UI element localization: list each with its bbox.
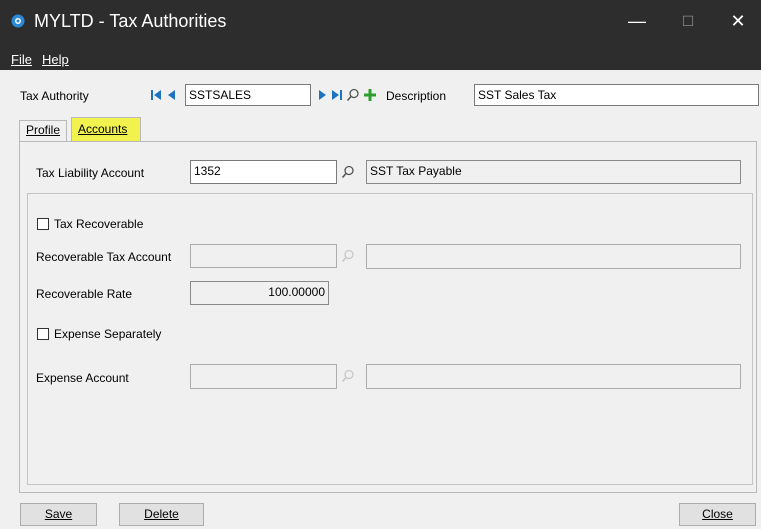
- window-title: MYLTD - Tax Authorities: [34, 11, 227, 31]
- maximize-button[interactable]: ☐: [665, 0, 711, 46]
- first-record-icon[interactable]: [150, 89, 162, 101]
- tab-profile[interactable]: Profile: [19, 120, 67, 141]
- menu-help[interactable]: Help: [42, 52, 69, 67]
- delete-button[interactable]: Delete: [119, 503, 204, 526]
- last-record-icon[interactable]: [331, 89, 343, 101]
- recoverable-tax-account-description: [366, 244, 741, 269]
- recoverable-rate-label: Recoverable Rate: [36, 287, 133, 301]
- menu-file[interactable]: File: [11, 52, 32, 67]
- expense-finder-magnifier-icon[interactable]: [341, 369, 355, 383]
- new-record-plus-icon[interactable]: [363, 88, 377, 102]
- liability-finder-magnifier-icon[interactable]: [341, 165, 355, 179]
- next-record-icon[interactable]: [317, 89, 329, 101]
- expense-separately-checkbox[interactable]: [37, 328, 49, 340]
- save-button[interactable]: Save: [20, 503, 97, 526]
- tab-accounts[interactable]: Accounts: [71, 117, 141, 142]
- recoverable-finder-magnifier-icon[interactable]: [341, 249, 355, 263]
- save-button-label: Save: [44, 507, 73, 521]
- expense-account-input[interactable]: [190, 364, 337, 389]
- expense-account-description: [366, 364, 741, 389]
- tax-recoverable-label: Tax Recoverable: [54, 217, 144, 231]
- tab-accounts-label: Accounts: [78, 122, 128, 136]
- recoverable-rate-input: 100.00000: [190, 281, 329, 305]
- description-input[interactable]: SST Sales Tax: [474, 84, 759, 106]
- recoverable-tax-account-label: Recoverable Tax Account: [36, 250, 172, 264]
- expense-account-label: Expense Account: [36, 371, 129, 385]
- app-gear-icon: [11, 14, 25, 28]
- close-button[interactable]: Close: [679, 503, 756, 526]
- tab-profile-label: Profile: [26, 123, 61, 137]
- close-button-label: Close: [702, 507, 733, 521]
- finder-magnifier-icon[interactable]: [346, 88, 360, 102]
- delete-button-label: Delete: [144, 507, 179, 521]
- tax-liability-account-label: Tax Liability Account: [36, 166, 145, 180]
- menu-bar: [0, 46, 761, 70]
- tax-authority-label: Tax Authority: [20, 89, 89, 103]
- expense-separately-label: Expense Separately: [54, 327, 162, 341]
- tax-liability-account-input[interactable]: 1352: [190, 160, 337, 184]
- minimize-button[interactable]: —: [614, 0, 660, 46]
- tax-liability-description: SST Tax Payable: [366, 160, 741, 184]
- close-window-button[interactable]: ✕: [715, 0, 761, 46]
- recoverable-tax-account-input[interactable]: [190, 244, 337, 268]
- tax-recoverable-checkbox[interactable]: [37, 218, 49, 230]
- tax-authority-input[interactable]: SSTSALES: [185, 84, 311, 106]
- description-label: Description: [386, 89, 447, 103]
- previous-record-icon[interactable]: [165, 89, 177, 101]
